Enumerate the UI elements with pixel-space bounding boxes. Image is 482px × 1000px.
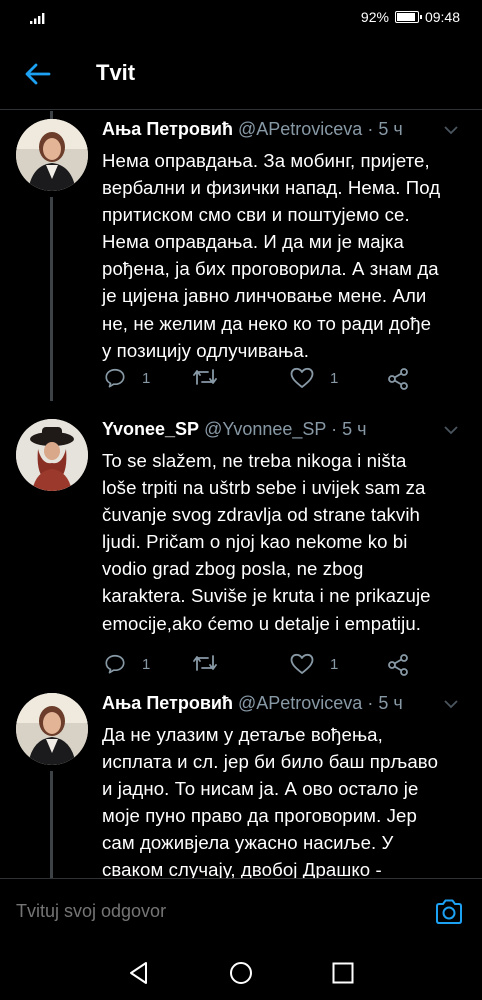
status-bar: 92% 09:48 <box>0 0 482 36</box>
battery-icon <box>394 11 422 23</box>
author-handle[interactable]: @APetroviceva <box>238 119 362 139</box>
retweet-icon <box>193 369 217 385</box>
reply-count: 1 <box>142 369 151 387</box>
reply-count: 1 <box>142 655 151 673</box>
like-button[interactable]: 1 <box>290 367 338 389</box>
author-name[interactable]: Ања Петровић <box>102 693 233 713</box>
author-name[interactable]: Yvonee_SP <box>102 419 199 439</box>
share-icon <box>388 654 408 676</box>
page-title: Tvit <box>96 60 136 85</box>
author-name[interactable]: Ања Петровић <box>102 119 233 139</box>
tweet-header: Ања Петровић @APetroviceva · 5 ч <box>102 693 462 719</box>
reply-input[interactable] <box>16 901 396 922</box>
share-button[interactable] <box>386 653 410 677</box>
camera-icon[interactable] <box>434 897 464 927</box>
like-count: 1 <box>330 655 339 673</box>
profile-photo <box>16 693 88 765</box>
like-button[interactable]: 1 <box>290 653 338 675</box>
tweet[interactable]: Ања Петровић @APetroviceva · 5 ч Нема оп… <box>0 119 482 401</box>
profile-photo <box>16 119 88 191</box>
tweet-time: · 5 ч <box>367 693 403 713</box>
share-button[interactable] <box>386 367 410 391</box>
tweet-text: Да не улазим у детаље вођења, исплата и … <box>102 724 439 878</box>
author-handle[interactable]: @APetroviceva <box>238 693 362 713</box>
tweet[interactable]: Yvonee_SP @Yvonnee_SP · 5 ч To se slažem… <box>0 419 482 681</box>
nav-recents-icon[interactable] <box>330 960 356 986</box>
thread-connector <box>50 111 53 119</box>
share-icon <box>388 368 408 390</box>
thread-connector <box>50 771 53 878</box>
reply-icon <box>105 654 125 674</box>
back-button[interactable] <box>18 56 58 92</box>
chevron-down-icon[interactable] <box>444 425 458 435</box>
tweet-thread[interactable]: Ања Петровић @APetroviceva · 5 ч Нема оп… <box>0 111 482 878</box>
signal-icon <box>30 13 45 24</box>
profile-photo <box>16 419 88 491</box>
nav-home-icon[interactable] <box>228 960 254 986</box>
battery-percent: 92% <box>360 9 389 25</box>
heart-icon <box>290 367 314 388</box>
tweet-actions: 1 1 <box>104 653 424 677</box>
reply-bar <box>0 878 482 946</box>
tweet-time: · 5 ч <box>331 419 367 439</box>
avatar[interactable] <box>16 119 88 191</box>
tweet-actions: 1 1 <box>104 367 424 391</box>
retweet-button[interactable] <box>192 653 218 673</box>
clock: 09:48 <box>424 9 460 25</box>
retweet-button[interactable] <box>192 367 218 387</box>
tweet-header: Ања Петровић @APetroviceva · 5 ч <box>102 119 462 145</box>
arrow-left-icon <box>25 63 51 85</box>
tweet-text: Нема оправдања. За мобинг, пријете, верб… <box>102 150 441 361</box>
tweet[interactable]: Ања Петровић @APetroviceva · 5 ч Да не у… <box>0 693 482 878</box>
top-bar: Tvit <box>0 36 482 110</box>
tweet-time: · 5 ч <box>367 119 403 139</box>
nav-back-icon[interactable] <box>126 960 152 986</box>
heart-icon <box>290 653 314 674</box>
tweet-text: To se slažem, ne treba nikoga i ništa lo… <box>102 450 431 634</box>
tweet-header: Yvonee_SP @Yvonnee_SP · 5 ч <box>102 419 462 445</box>
avatar[interactable] <box>16 693 88 765</box>
thread-connector <box>50 197 53 401</box>
reply-button[interactable]: 1 <box>104 367 150 389</box>
system-nav-bar <box>0 946 482 1000</box>
battery-level <box>396 13 416 21</box>
chevron-down-icon[interactable] <box>444 699 458 709</box>
author-handle[interactable]: @Yvonnee_SP <box>204 419 326 439</box>
reply-icon <box>105 368 125 388</box>
retweet-icon <box>193 655 217 671</box>
like-count: 1 <box>330 369 339 387</box>
chevron-down-icon[interactable] <box>444 125 458 135</box>
reply-button[interactable]: 1 <box>104 653 150 675</box>
avatar[interactable] <box>16 419 88 491</box>
